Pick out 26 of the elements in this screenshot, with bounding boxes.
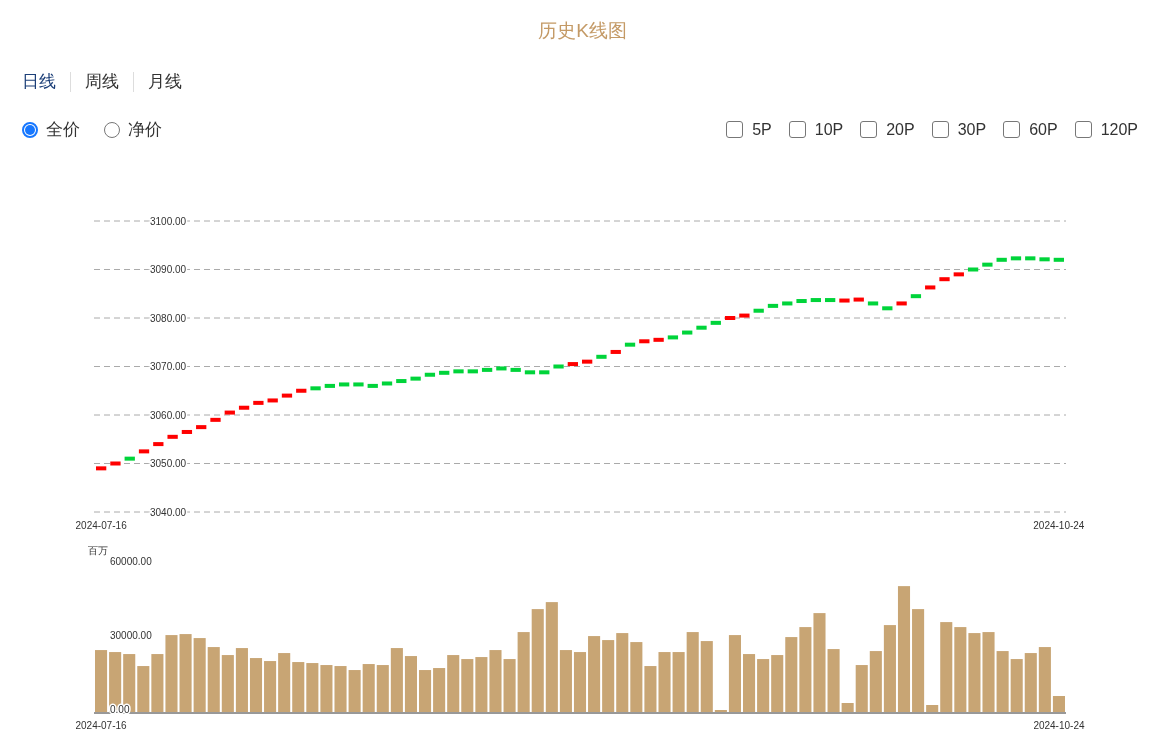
axis-label: 3070.00 — [150, 361, 187, 372]
checkbox-label[interactable]: 20P — [886, 120, 915, 139]
axis-label: 3080.00 — [150, 312, 187, 324]
radio-label[interactable]: 全价 — [46, 118, 80, 141]
axis-label: 3090.00 — [150, 264, 187, 275]
checkbox-label[interactable]: 10P — [814, 120, 844, 139]
date-label: 2024-07-16 — [75, 520, 127, 531]
axis-label: 60000.00 — [110, 555, 152, 567]
period-tab[interactable]: 周线 — [71, 70, 133, 93]
axis-label: 3060.00 — [150, 409, 187, 421]
axis-label: 3100.00 — [150, 215, 187, 227]
period-tab[interactable]: 日线 — [22, 70, 70, 93]
chart-title: 历史K线图 — [538, 19, 627, 43]
checkbox-label[interactable]: 5P — [752, 120, 772, 139]
checkbox-label[interactable]: 60P — [1029, 120, 1058, 139]
checkbox-label[interactable]: 120P — [1100, 120, 1138, 139]
date-label: 2024-07-16 — [75, 720, 127, 731]
unit-label: 百万 — [88, 545, 108, 556]
date-label: 2024-10-24 — [1033, 520, 1085, 531]
period-tab[interactable]: 月线 — [134, 70, 196, 93]
axis-label: 30000.00 — [110, 629, 152, 641]
axis-label: 3050.00 — [150, 458, 187, 469]
checkbox-label[interactable]: 30P — [957, 120, 987, 139]
date-label: 2024-10-24 — [1033, 720, 1085, 731]
axis-label: 3040.00 — [150, 506, 187, 518]
radio-label[interactable]: 净价 — [128, 118, 162, 141]
